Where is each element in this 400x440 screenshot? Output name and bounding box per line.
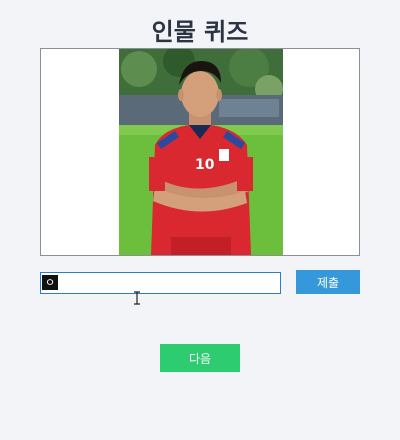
submit-button[interactable]: 제출 [296,270,360,294]
text-cursor-icon [132,290,142,305]
svg-text:10: 10 [195,157,215,173]
ime-composing-char: ㅇ [42,275,59,290]
page-title: 인물 퀴즈 [151,18,249,46]
quiz-image-frame: 10 [40,48,360,256]
next-button[interactable]: 다음 [160,344,240,372]
player-photo: 10 [119,49,283,255]
answer-input[interactable] [40,272,281,294]
